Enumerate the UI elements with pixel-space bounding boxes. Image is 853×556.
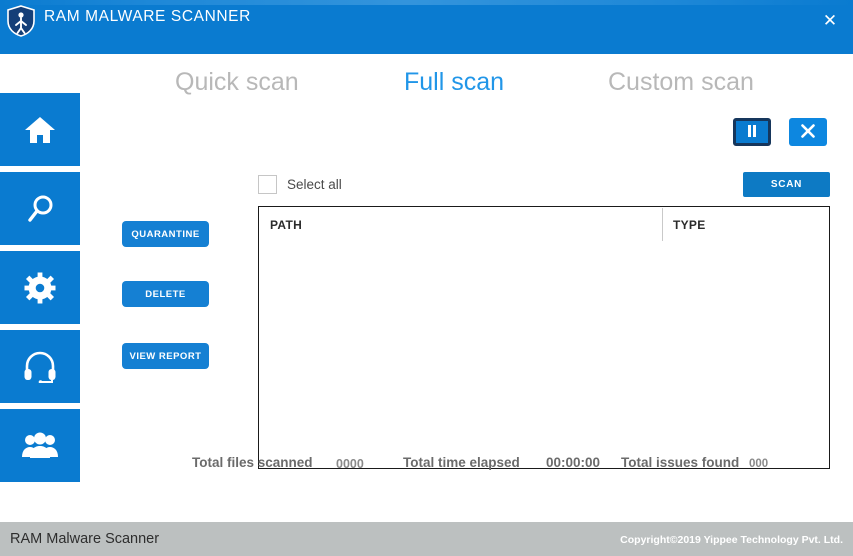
tab-quick-scan[interactable]: Quick scan xyxy=(175,68,299,97)
issues-found-value: 000 xyxy=(749,458,769,470)
close-icon xyxy=(800,123,816,142)
pause-button[interactable] xyxy=(733,118,771,146)
status-bar: RAM Malware Scanner Copyright©2019 Yippe… xyxy=(0,522,853,556)
select-all-checkbox[interactable] xyxy=(258,175,277,194)
stop-button[interactable] xyxy=(789,118,827,146)
results-table[interactable]: PATH TYPE xyxy=(258,206,830,469)
copyright-text: Copyright©2019 Yippee Technology Pvt. Lt… xyxy=(620,534,843,546)
column-divider xyxy=(662,208,663,241)
scan-mode-tabs: Quick scan Full scan Custom scan xyxy=(82,54,853,110)
main-content: Quick scan Full scan Custom scan Select … xyxy=(82,54,853,522)
headset-icon xyxy=(23,351,57,383)
app-window: RAM MALWARE SCANNER ✕ Quick scan Full sc… xyxy=(0,0,853,556)
title-bar: RAM MALWARE SCANNER ✕ xyxy=(0,0,853,54)
sidebar-item-support[interactable] xyxy=(0,330,80,403)
delete-button[interactable]: DELETE xyxy=(122,281,209,307)
window-top-edge xyxy=(0,0,853,5)
time-elapsed-label: Total time elapsed xyxy=(403,455,520,470)
tab-full-scan[interactable]: Full scan xyxy=(404,68,504,97)
sidebar-item-users[interactable] xyxy=(0,409,80,482)
time-elapsed-value: 00:00:00 xyxy=(546,455,601,470)
issues-found-label: Total issues found xyxy=(621,455,740,470)
search-icon xyxy=(24,193,56,225)
sidebar-item-home[interactable] xyxy=(0,93,80,166)
status-bar-app-name: RAM Malware Scanner xyxy=(10,531,160,547)
column-header-path[interactable]: PATH xyxy=(270,218,302,232)
scan-button[interactable]: SCAN xyxy=(743,172,830,197)
quarantine-button[interactable]: QUARANTINE xyxy=(122,221,209,247)
table-header-row: PATH TYPE xyxy=(259,207,829,241)
view-report-button[interactable]: VIEW REPORT xyxy=(122,343,209,369)
scan-statistics: Total files scanned 0000 Total time elap… xyxy=(82,446,853,486)
pause-icon xyxy=(746,124,758,141)
users-icon xyxy=(22,432,58,460)
files-scanned-label: Total files scanned xyxy=(192,455,313,470)
home-icon xyxy=(23,115,57,145)
close-icon[interactable]: ✕ xyxy=(817,8,843,32)
files-scanned-value: 0000 xyxy=(336,457,364,471)
column-header-type[interactable]: TYPE xyxy=(673,218,706,232)
tab-custom-scan[interactable]: Custom scan xyxy=(608,68,754,97)
sidebar-item-scan[interactable] xyxy=(0,172,80,245)
gear-icon xyxy=(24,272,56,304)
sidebar xyxy=(0,54,82,522)
sidebar-item-settings[interactable] xyxy=(0,251,80,324)
select-all-row[interactable]: Select all xyxy=(258,175,342,194)
select-all-label: Select all xyxy=(287,177,342,192)
window-title: RAM MALWARE SCANNER xyxy=(44,8,251,25)
shield-person-icon xyxy=(4,4,38,38)
